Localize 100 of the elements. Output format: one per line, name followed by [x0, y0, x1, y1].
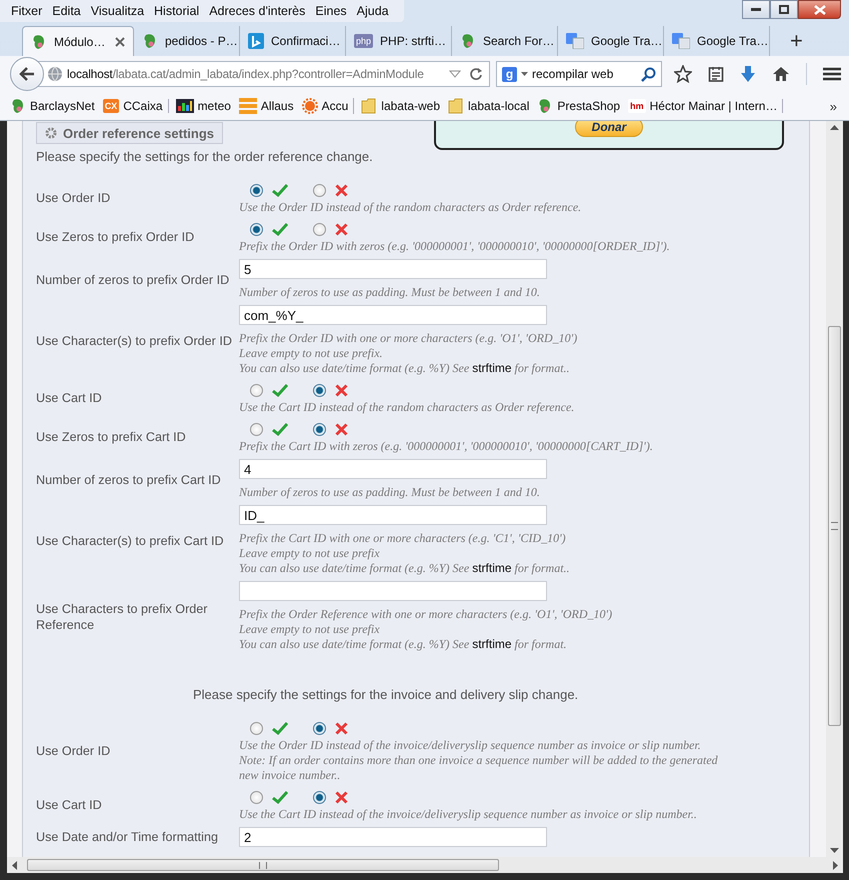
stripes-icon — [238, 98, 257, 114]
reload-icon[interactable] — [469, 67, 483, 81]
field-label: Use Zeros to prefix Cart ID — [36, 429, 187, 445]
radio-button[interactable] — [313, 722, 326, 735]
menu-item[interactable]: Adreces d'interès — [204, 4, 310, 18]
scroll-left-icon[interactable] — [12, 860, 17, 870]
vertical-scrollbar[interactable] — [826, 121, 843, 857]
translate-icon — [672, 33, 690, 49]
radio-button[interactable] — [250, 184, 263, 197]
menu-item[interactable]: Ajuda — [352, 4, 394, 18]
radio-button[interactable] — [313, 423, 326, 436]
help-text: Leave empty to not use prefix — [239, 622, 381, 637]
scroll-up-icon[interactable] — [830, 125, 839, 130]
radio-button[interactable] — [313, 791, 326, 804]
caret-icon[interactable] — [521, 72, 528, 76]
arrow-left-icon — [19, 67, 35, 81]
radio-button[interactable] — [313, 384, 326, 397]
bookmark-item[interactable]: labata-local — [444, 98, 534, 114]
tab-title: Confirmaci… — [271, 34, 340, 48]
text-field[interactable]: ID_ — [239, 505, 547, 525]
radio-button[interactable] — [250, 423, 263, 436]
text-field[interactable]: 5 — [239, 259, 547, 279]
browser-tab[interactable]: Módulo… — [22, 26, 134, 56]
help-text: Number of zeros to use as padding. Must be between 1 and 10. — [239, 485, 541, 500]
maximize-button[interactable] — [770, 0, 798, 19]
menu-item[interactable]: Visualitza — [86, 4, 150, 18]
translate-icon — [566, 33, 584, 49]
bird-icon — [10, 98, 26, 114]
checkmark-icon — [272, 184, 288, 197]
folder-icon — [448, 98, 464, 114]
tab-title: pedidos - P… — [165, 34, 238, 48]
search-icon[interactable] — [641, 66, 656, 82]
strftime-link[interactable]: strftime — [472, 361, 512, 375]
bookmark-item[interactable]: Allaus — [234, 98, 298, 114]
help-text: Use the Order ID instead of the random characters as Order reference. — [239, 200, 582, 215]
help-text: Prefix the Cart ID with one or more characters (e.g. 'C1', 'CID_10') — [239, 531, 567, 546]
menu-icon[interactable] — [823, 67, 841, 81]
help-text: Use the Order ID instead of the invoice/deliveryslip sequence number as invoice or slip number. — [239, 738, 702, 753]
field-label: Number of zeros to prefix Cart ID — [36, 472, 222, 488]
home-icon[interactable] — [772, 66, 790, 82]
bookmark-item[interactable]: labata-web — [357, 98, 444, 114]
bookmark-item[interactable]: PrestaShop — [533, 98, 624, 114]
scroll-down-icon[interactable] — [830, 848, 839, 853]
cross-icon — [335, 223, 348, 236]
back-button[interactable] — [10, 57, 44, 91]
square-logo-icon — [248, 33, 264, 49]
minimize-button[interactable] — [742, 0, 770, 19]
help-text: Use the Cart ID instead of the random characters as Order reference. — [239, 400, 576, 415]
field-label: Number of zeros to prefix Order ID — [36, 272, 230, 288]
bookmark-item[interactable]: hm Héctor Mainar | Intern… — [624, 99, 784, 113]
text-field[interactable]: 2 — [239, 827, 547, 847]
scrollbar-thumb[interactable] — [27, 859, 499, 871]
search-engine-icon[interactable]: g — [502, 66, 517, 82]
donate-button[interactable]: Donar — [574, 121, 644, 137]
radio-button[interactable] — [313, 223, 326, 236]
scrollbar-thumb[interactable] — [828, 326, 841, 726]
tab-title: Google Tra… — [697, 34, 768, 48]
menu-item[interactable]: Eines — [310, 4, 352, 18]
strftime-link[interactable]: strftime — [472, 637, 512, 651]
bookmark-item[interactable]: CX CCaixa — [98, 99, 169, 113]
radio-button[interactable] — [250, 791, 263, 804]
radio-button[interactable] — [250, 384, 263, 397]
menu-item[interactable]: Fitxer — [6, 4, 48, 18]
scroll-right-icon[interactable] — [833, 860, 838, 870]
checkmark-icon — [272, 223, 288, 236]
close-tab-icon[interactable] — [115, 36, 125, 46]
menu-item[interactable]: Edita — [47, 4, 86, 18]
radio-button[interactable] — [250, 223, 263, 236]
reading-list-icon[interactable] — [708, 66, 724, 82]
gear-icon — [45, 127, 57, 139]
radio-button[interactable] — [313, 184, 326, 197]
help-text: You can also use date/time format (e.g. %Y) See strftime for format.. — [239, 561, 571, 576]
help-text: Number of zeros to use as padding. Must be between 1 and 10. — [239, 285, 541, 300]
text-field[interactable] — [239, 581, 547, 601]
new-tab-button[interactable]: + — [784, 26, 809, 56]
horizontal-scrollbar[interactable] — [7, 857, 843, 873]
field-label: Use Cart ID — [36, 797, 103, 813]
close-button[interactable] — [798, 0, 841, 19]
cross-icon — [335, 184, 348, 197]
download-icon[interactable] — [740, 65, 756, 83]
globe-icon — [47, 66, 63, 82]
address-field[interactable]: localhost/labata.cat/admin_labata/index.php?controller=AdminModule — [38, 61, 490, 87]
radio-button[interactable] — [250, 722, 263, 735]
strftime-link[interactable]: strftime — [472, 561, 512, 575]
tab-title: Módulo… — [54, 34, 106, 48]
field-label: Use Character(s) to prefix Cart ID — [36, 532, 225, 548]
text-field[interactable]: 4 — [239, 459, 547, 479]
bookmark-item[interactable]: Accu — [298, 98, 354, 114]
more-bookmarks-button[interactable]: » — [830, 98, 837, 114]
search-field[interactable]: g recompilar web — [496, 61, 662, 87]
star-icon[interactable] — [674, 65, 692, 83]
folder-icon — [361, 98, 378, 114]
bird-icon — [460, 33, 476, 49]
text-field[interactable]: com_%Y_ — [239, 305, 547, 325]
bookmark-item[interactable]: meteo — [172, 99, 235, 113]
dropdown-icon[interactable] — [449, 70, 461, 78]
bookmark-item[interactable]: BarclaysNet — [6, 98, 99, 114]
help-text: Leave empty to not use prefix. — [239, 346, 384, 361]
bird-icon — [142, 33, 158, 49]
menu-item[interactable]: Historial — [149, 4, 204, 18]
